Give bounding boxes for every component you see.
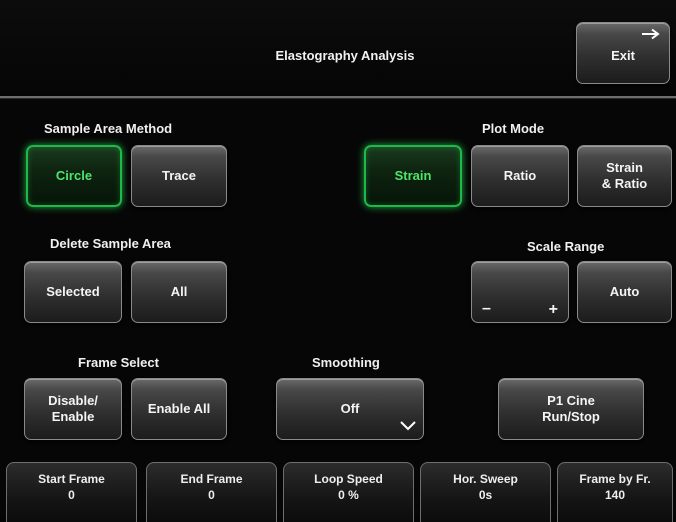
start-frame-label: Start Frame (38, 472, 105, 486)
hor-sweep-value: 0s (478, 488, 493, 502)
loop-speed-value: 0 % (338, 488, 359, 502)
hor-sweep-label: Hor. Sweep (453, 472, 518, 486)
page-title: Elastography Analysis (275, 48, 415, 63)
smoothing-label: Smoothing (312, 355, 380, 370)
scale-auto-button[interactable]: Auto (577, 261, 672, 323)
disable-enable-label-line2: Enable (51, 409, 95, 424)
delete-all-label: All (170, 284, 188, 299)
start-frame-value: 0 (68, 488, 75, 502)
circle-label: Circle (55, 168, 93, 183)
arrow-right-icon (641, 28, 661, 44)
frame-by-frame-label: Frame by Fr. (579, 472, 651, 486)
cine-label-line2: Run/Stop (542, 409, 600, 424)
ratio-button[interactable]: Ratio (471, 145, 569, 207)
strain-ratio-label-line2: & Ratio (601, 176, 648, 191)
disable-enable-button[interactable]: Disable/ Enable (24, 378, 122, 440)
loop-speed-label: Loop Speed (314, 472, 383, 486)
scale-range-stepper[interactable]: – + (471, 261, 569, 323)
scale-decrease-icon[interactable]: – (482, 301, 491, 317)
frame-select-label: Frame Select (78, 355, 159, 370)
scale-range-label: Scale Range (527, 239, 605, 254)
ratio-label: Ratio (503, 168, 537, 183)
cine-label-line1: P1 Cine (547, 393, 595, 408)
delete-selected-label: Selected (46, 284, 100, 299)
strain-ratio-label-line1: Strain (606, 160, 643, 175)
scale-increase-icon[interactable]: + (549, 302, 558, 318)
elastography-screen: Elastography Analysis Exit Sample Area M… (0, 0, 676, 522)
smoothing-value: Off (340, 401, 360, 416)
enable-all-button[interactable]: Enable All (131, 378, 227, 440)
loop-speed-control[interactable]: Loop Speed 0 % (283, 462, 414, 522)
hor-sweep-control[interactable]: Hor. Sweep 0s (420, 462, 551, 522)
smoothing-dropdown[interactable]: Off (276, 378, 424, 440)
delete-sample-area-label: Delete Sample Area (50, 236, 171, 251)
strain-button[interactable]: Strain (364, 145, 462, 207)
circle-button[interactable]: Circle (26, 145, 122, 207)
p1-cine-run-stop-button[interactable]: P1 Cine Run/Stop (498, 378, 644, 440)
disable-enable-label-line1: Disable/ (48, 393, 98, 408)
end-frame-value: 0 (208, 488, 215, 502)
strain-ratio-button[interactable]: Strain & Ratio (577, 145, 672, 207)
delete-all-button[interactable]: All (131, 261, 227, 323)
end-frame-control[interactable]: End Frame 0 (146, 462, 277, 522)
end-frame-label: End Frame (180, 472, 243, 486)
sample-area-method-label: Sample Area Method (44, 121, 173, 136)
trace-button[interactable]: Trace (131, 145, 227, 207)
frame-by-frame-control[interactable]: Frame by Fr. 140 (557, 462, 673, 522)
scale-auto-label: Auto (609, 284, 640, 299)
frame-by-frame-value: 140 (604, 488, 626, 502)
start-frame-control[interactable]: Start Frame 0 (6, 462, 137, 522)
exit-button[interactable]: Exit (576, 22, 670, 84)
exit-label: Exit (611, 48, 635, 63)
delete-selected-button[interactable]: Selected (24, 261, 122, 323)
title-bar: Elastography Analysis Exit (0, 0, 676, 98)
strain-label: Strain (394, 168, 432, 183)
chevron-down-icon (399, 419, 417, 435)
enable-all-label: Enable All (147, 401, 211, 416)
trace-label: Trace (162, 168, 196, 183)
plot-mode-label: Plot Mode (482, 121, 545, 136)
